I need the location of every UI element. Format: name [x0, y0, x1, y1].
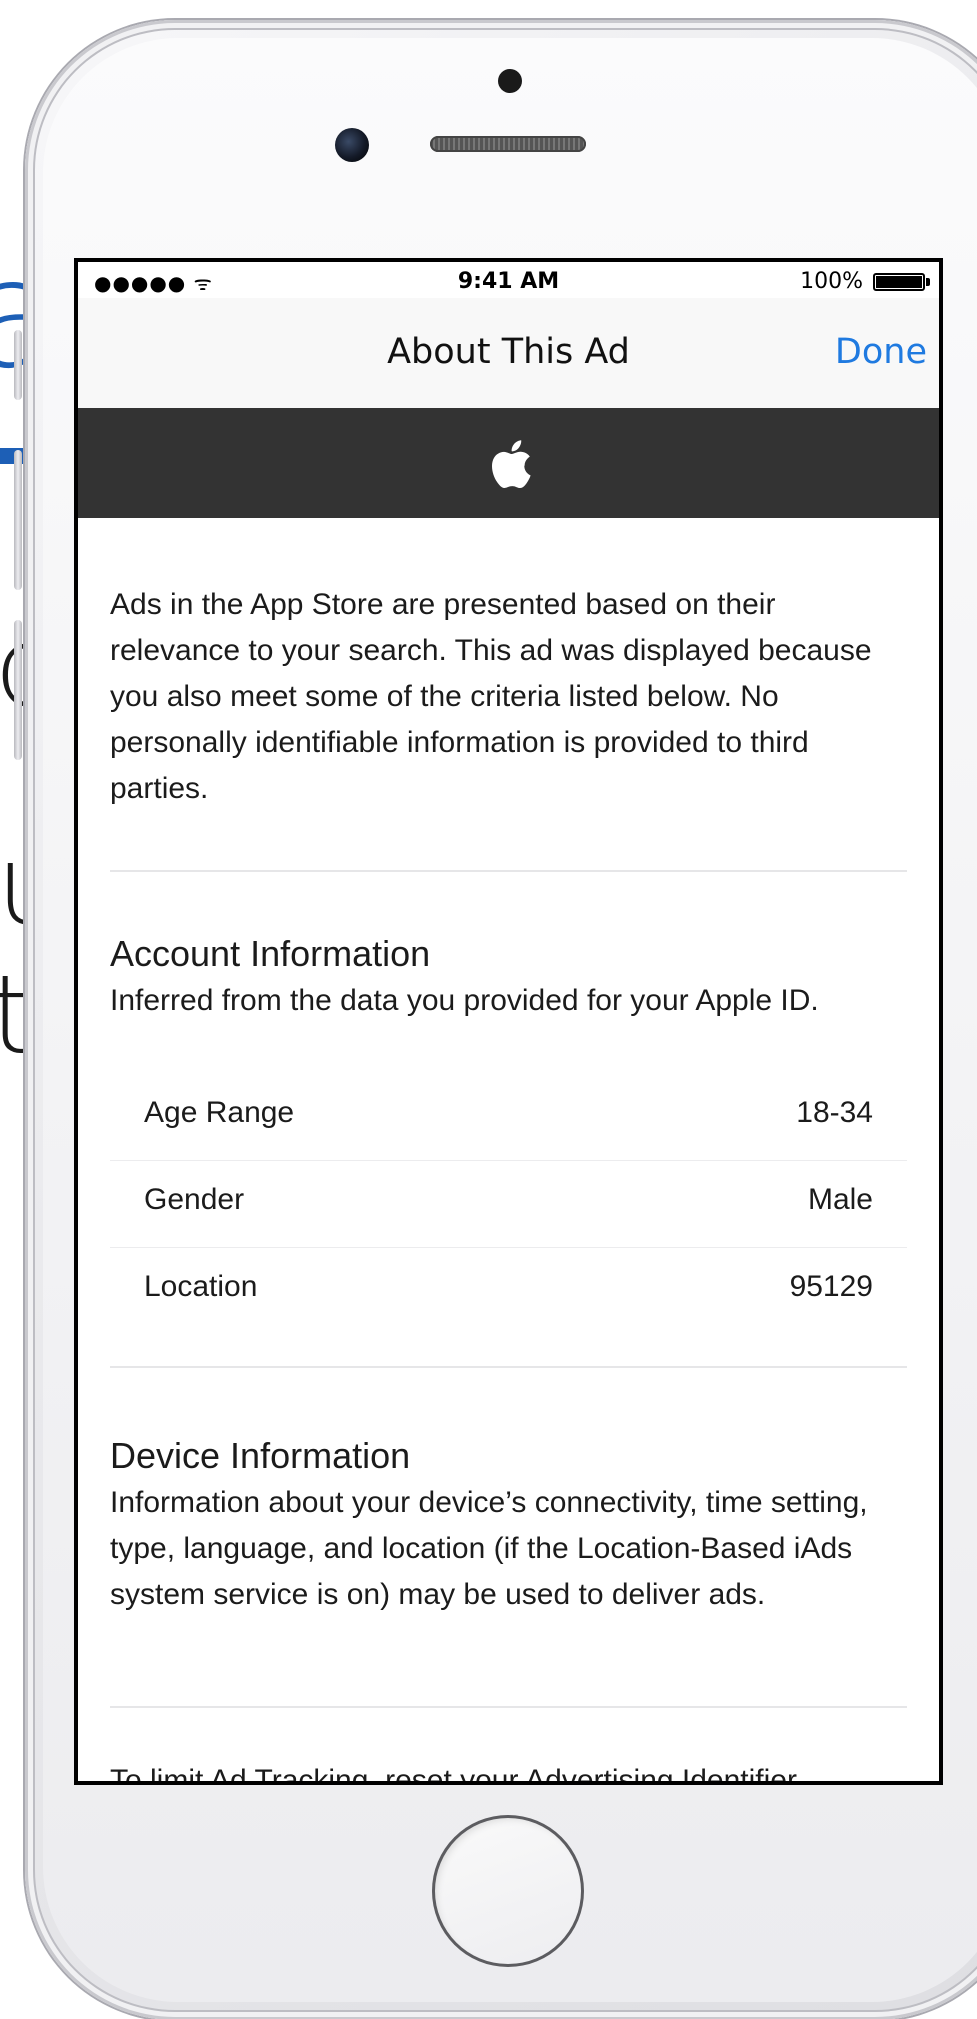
home-button[interactable]	[432, 1815, 584, 1967]
info-value: 95129	[789, 1270, 873, 1303]
device-section-description: Information about your device’s connecti…	[110, 1486, 868, 1611]
done-button[interactable]: Done	[835, 332, 927, 372]
account-section-description: Inferred from the data you provided for …	[110, 984, 819, 1017]
info-row-location: Location 95129	[110, 1248, 907, 1334]
intro-paragraph: Ads in the App Store are presented based…	[110, 588, 872, 805]
volume-down-button	[14, 620, 22, 760]
battery-fill	[876, 276, 922, 288]
page-title: About This Ad	[387, 332, 630, 372]
slide-canvas: a d u t ●●●●● ᯤ 9:41 AM 100% About This …	[0, 0, 977, 2019]
account-section-title: Account Information	[110, 933, 431, 974]
earpiece-speaker	[430, 136, 586, 152]
battery-cap	[926, 278, 930, 286]
advertiser-banner	[78, 408, 939, 518]
divider	[110, 870, 907, 872]
device-section-title: Device Information	[110, 1435, 411, 1476]
battery-percentage: 100%	[800, 269, 863, 294]
divider	[110, 1706, 907, 1708]
info-value: 18-34	[796, 1096, 873, 1129]
info-row-age-range: Age Range 18-34	[110, 1074, 907, 1161]
mute-switch	[14, 330, 22, 400]
info-row-gender: Gender Male	[110, 1161, 907, 1248]
phone-screen: ●●●●● ᯤ 9:41 AM 100% About This Ad Done …	[74, 258, 943, 1785]
battery-icon	[873, 273, 925, 291]
volume-up-button	[14, 450, 22, 590]
status-bar: ●●●●● ᯤ 9:41 AM 100%	[78, 262, 939, 298]
ad-tracking-text: To limit Ad Tracking, reset your Adverti…	[110, 1764, 797, 1785]
navigation-bar: About This Ad Done	[78, 298, 939, 409]
proximity-sensor	[498, 69, 522, 93]
info-label: Gender	[144, 1183, 245, 1216]
info-label: Age Range	[144, 1096, 295, 1129]
info-value: Male	[807, 1183, 873, 1216]
divider	[110, 1366, 907, 1368]
front-camera-icon	[335, 128, 369, 162]
apple-logo-icon	[491, 440, 531, 489]
info-label: Location	[144, 1270, 258, 1303]
